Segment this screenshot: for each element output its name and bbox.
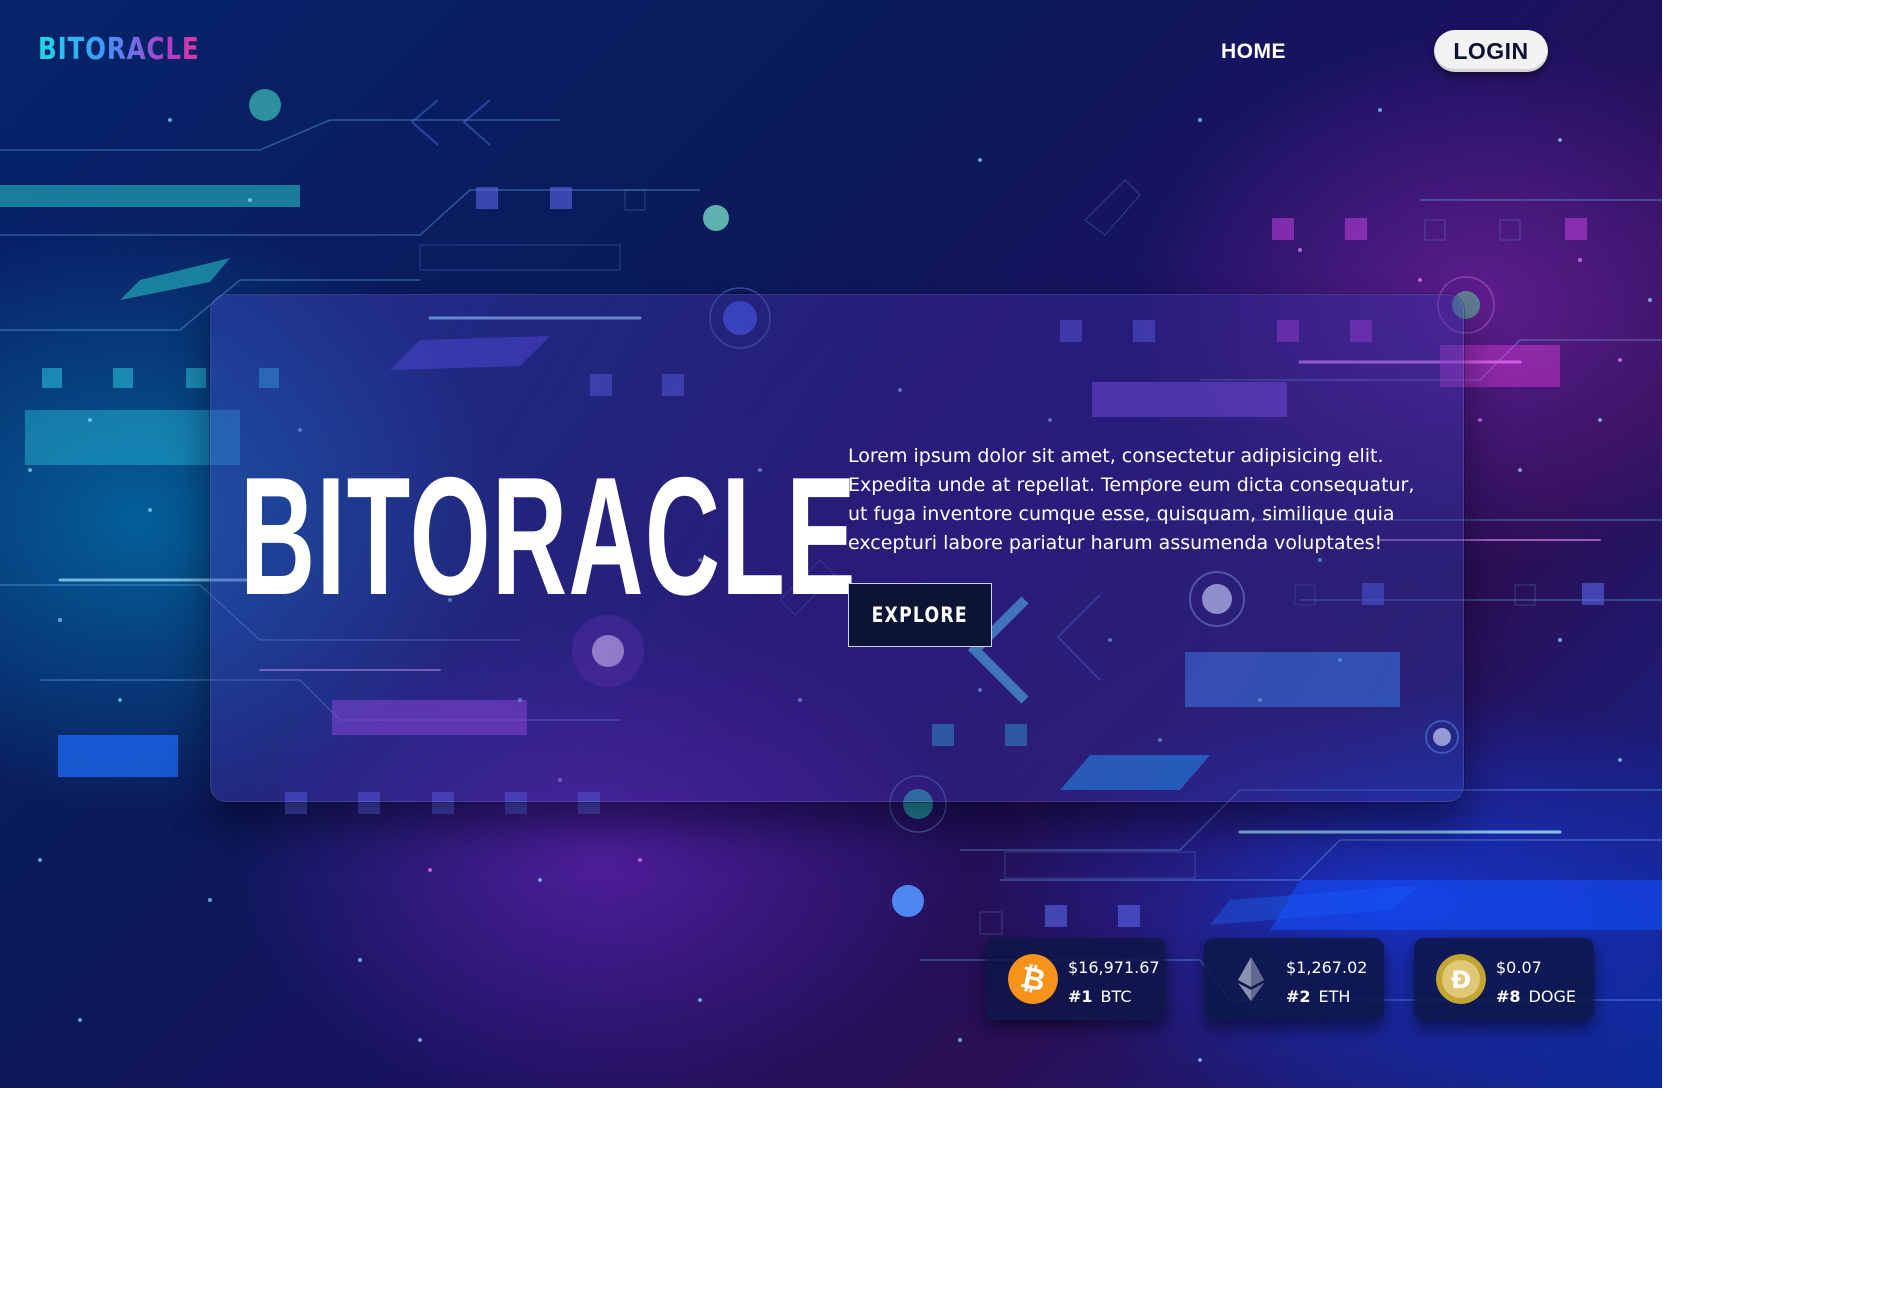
coin-price: $0.07 [1496,958,1542,977]
login-button[interactable]: LOGIN [1434,30,1548,72]
coin-rank: #8 [1496,987,1521,1006]
brand-logo[interactable]: BITORACLE [38,32,200,67]
coin-price: $16,971.67 [1068,958,1160,977]
hero-title: BITORACLE [240,442,857,630]
hero-description: Lorem ipsum dolor sit amet, consectetur … [848,445,1415,554]
coin-price: $1,267.02 [1286,958,1368,977]
coin-card-doge[interactable]: Ð $0.07 #8 DOGE [1414,938,1594,1020]
coin-symbol: ETH [1318,987,1351,1006]
bitcoin-icon: ₿ [1008,954,1058,1004]
ethereum-icon [1238,957,1264,1001]
coin-card-eth[interactable]: $1,267.02 #2 ETH [1204,938,1384,1020]
coin-rank-symbol: #8 DOGE [1496,987,1576,1006]
explore-button[interactable]: EXPLORE [848,583,992,647]
dogecoin-icon: Ð [1436,954,1486,1004]
coin-rank: #1 [1068,987,1093,1006]
coin-rank: #2 [1286,987,1311,1006]
coin-symbol: BTC [1100,987,1132,1006]
explore-button-label: EXPLORE [871,603,969,627]
svg-text:Ð: Ð [1451,966,1471,994]
coin-card-btc[interactable]: ₿ $16,971.67 #1 BTC [986,938,1166,1020]
page: BITORACLE HOME LOGIN BITORACLE Lorem ips… [0,0,1890,1290]
coin-rank-symbol: #2 ETH [1286,987,1350,1006]
coin-symbol: DOGE [1528,987,1576,1006]
coin-rank-symbol: #1 BTC [1068,987,1132,1006]
nav-home-link[interactable]: HOME [1221,40,1286,64]
